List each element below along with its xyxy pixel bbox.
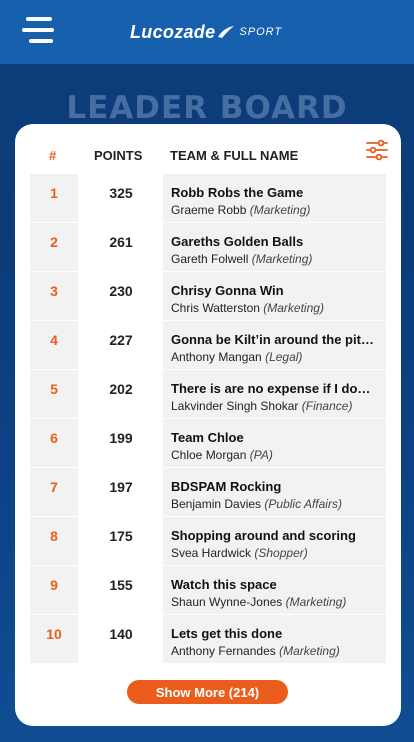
player-info: Chloe Morgan (PA) <box>171 448 386 462</box>
team-name: Team Chloe <box>171 430 244 445</box>
rank-cell: 10 <box>30 615 79 663</box>
player-info: Benjamin Davies (Public Affairs) <box>171 497 386 511</box>
rank-column-header: # <box>49 148 57 163</box>
table-row[interactable]: 6 199 Team Chloe Chloe Morgan (PA) <box>30 419 386 468</box>
table-row[interactable]: 3 230 Chrisy Gonna Win Chris Watterston … <box>30 272 386 321</box>
player-info: Lakvinder Singh Shokar (Finance) <box>171 399 386 413</box>
rank-cell: 4 <box>30 321 79 369</box>
player-name: Lakvinder Singh Shokar <box>171 399 299 413</box>
top-bar: Lucozade SPORT <box>0 0 414 64</box>
team-name: Watch this space <box>171 577 277 592</box>
logo-wordmark: Lucozade <box>130 21 216 42</box>
player-info: Chris Watterston (Marketing) <box>171 301 386 315</box>
player-department: (Legal) <box>265 350 303 364</box>
points-cell: 230 <box>79 272 163 320</box>
player-department: (Public Affairs) <box>264 497 342 511</box>
player-name: Chris Watterston <box>171 301 260 315</box>
logo-sport-text: SPORT <box>239 26 283 38</box>
player-name: Shaun Wynne-Jones <box>171 595 283 609</box>
show-more-button[interactable]: Show More (214) <box>127 680 288 704</box>
points-cell: 155 <box>79 566 163 614</box>
player-info: Anthony Fernandes (Marketing) <box>171 644 386 658</box>
team-cell: Chrisy Gonna Win Chris Watterston (Marke… <box>163 272 386 320</box>
team-name: BDSPAM Rocking <box>171 479 282 494</box>
player-info: Shaun Wynne-Jones (Marketing) <box>171 595 386 609</box>
table-row[interactable]: 5 202 There is are no expense if I do… L… <box>30 370 386 419</box>
rank-cell: 1 <box>30 174 79 222</box>
points-cell: 140 <box>79 615 163 663</box>
team-cell: BDSPAM Rocking Benjamin Davies (Public A… <box>163 468 386 516</box>
logo-swoosh-icon <box>218 26 235 38</box>
player-department: (Marketing) <box>279 644 340 658</box>
player-info: Gareth Folwell (Marketing) <box>171 252 386 266</box>
table-row[interactable]: 2 261 Gareths Golden Balls Gareth Folwel… <box>30 223 386 272</box>
team-name: There is are no expense if I do… <box>171 381 371 396</box>
filter-sliders-icon[interactable] <box>365 138 389 162</box>
rank-cell: 6 <box>30 419 79 467</box>
player-name: Anthony Fernandes <box>171 644 276 658</box>
team-cell: Gonna be Kilt’in around the pit… Anthony… <box>163 321 386 369</box>
team-cell: Shopping around and scoring Svea Hardwic… <box>163 517 386 565</box>
team-name: Shopping around and scoring <box>171 528 356 543</box>
leaderboard-rows: 1 325 Robb Robs the Game Graeme Robb (Ma… <box>30 174 386 664</box>
hamburger-menu-icon[interactable] <box>22 17 54 45</box>
player-department: (Marketing) <box>249 203 311 217</box>
player-name: Svea Hardwick <box>171 546 252 560</box>
player-info: Anthony Mangan (Legal) <box>171 350 386 364</box>
team-cell: Team Chloe Chloe Morgan (PA) <box>163 419 386 467</box>
player-department: (Marketing) <box>285 595 347 609</box>
page-title: LEADER BOARD <box>66 90 348 126</box>
table-row[interactable]: 9 155 Watch this space Shaun Wynne-Jones… <box>30 566 386 615</box>
table-row[interactable]: 1 325 Robb Robs the Game Graeme Robb (Ma… <box>30 174 386 223</box>
points-cell: 325 <box>79 174 163 222</box>
player-name: Gareth Folwell <box>171 252 249 266</box>
team-name: Lets get this done <box>171 626 283 641</box>
table-row[interactable]: 4 227 Gonna be Kilt’in around the pit… A… <box>30 321 386 370</box>
brand-logo[interactable]: Lucozade SPORT <box>130 20 282 44</box>
points-cell: 199 <box>79 419 163 467</box>
team-name: Gonna be Kilt’in around the pit… <box>171 332 374 347</box>
points-cell: 227 <box>79 321 163 369</box>
rank-cell: 2 <box>30 223 79 271</box>
table-row[interactable]: 7 197 BDSPAM Rocking Benjamin Davies (Pu… <box>30 468 386 517</box>
points-column-header: POINTS <box>94 148 143 163</box>
table-row[interactable]: 10 140 Lets get this done Anthony Fernan… <box>30 615 386 664</box>
player-name: Graeme Robb <box>171 203 247 217</box>
player-name: Chloe Morgan <box>171 448 247 462</box>
player-department: (Shopper) <box>254 546 308 560</box>
team-cell: Gareths Golden Balls Gareth Folwell (Mar… <box>163 223 386 271</box>
rank-cell: 8 <box>30 517 79 565</box>
team-column-header: TEAM & FULL NAME <box>170 148 299 163</box>
rank-cell: 7 <box>30 468 79 516</box>
leaderboard-card: # POINTS TEAM & FULL NAME 1 325 Robb Rob… <box>15 124 401 726</box>
player-info: Graeme Robb (Marketing) <box>171 203 386 217</box>
team-name: Chrisy Gonna Win <box>171 283 284 298</box>
points-cell: 175 <box>79 517 163 565</box>
player-name: Benjamin Davies <box>171 497 262 511</box>
team-cell: Watch this space Shaun Wynne-Jones (Mark… <box>163 566 386 614</box>
player-department: (Marketing) <box>263 301 324 315</box>
team-cell: Lets get this done Anthony Fernandes (Ma… <box>163 615 386 663</box>
points-cell: 202 <box>79 370 163 418</box>
player-department: (PA) <box>249 448 273 462</box>
team-name: Robb Robs the Game <box>171 185 304 200</box>
rank-cell: 5 <box>30 370 79 418</box>
team-cell: Robb Robs the Game Graeme Robb (Marketin… <box>163 174 386 222</box>
rank-cell: 3 <box>30 272 79 320</box>
table-header: # POINTS TEAM & FULL NAME <box>15 148 401 166</box>
rank-cell: 9 <box>30 566 79 614</box>
player-department: (Marketing) <box>251 252 313 266</box>
team-cell: There is are no expense if I do… Lakvind… <box>163 370 386 418</box>
player-info: Svea Hardwick (Shopper) <box>171 546 386 560</box>
points-cell: 197 <box>79 468 163 516</box>
table-row[interactable]: 8 175 Shopping around and scoring Svea H… <box>30 517 386 566</box>
player-department: (Finance) <box>301 399 353 413</box>
points-cell: 261 <box>79 223 163 271</box>
player-name: Anthony Mangan <box>171 350 262 364</box>
team-name: Gareths Golden Balls <box>171 234 304 249</box>
